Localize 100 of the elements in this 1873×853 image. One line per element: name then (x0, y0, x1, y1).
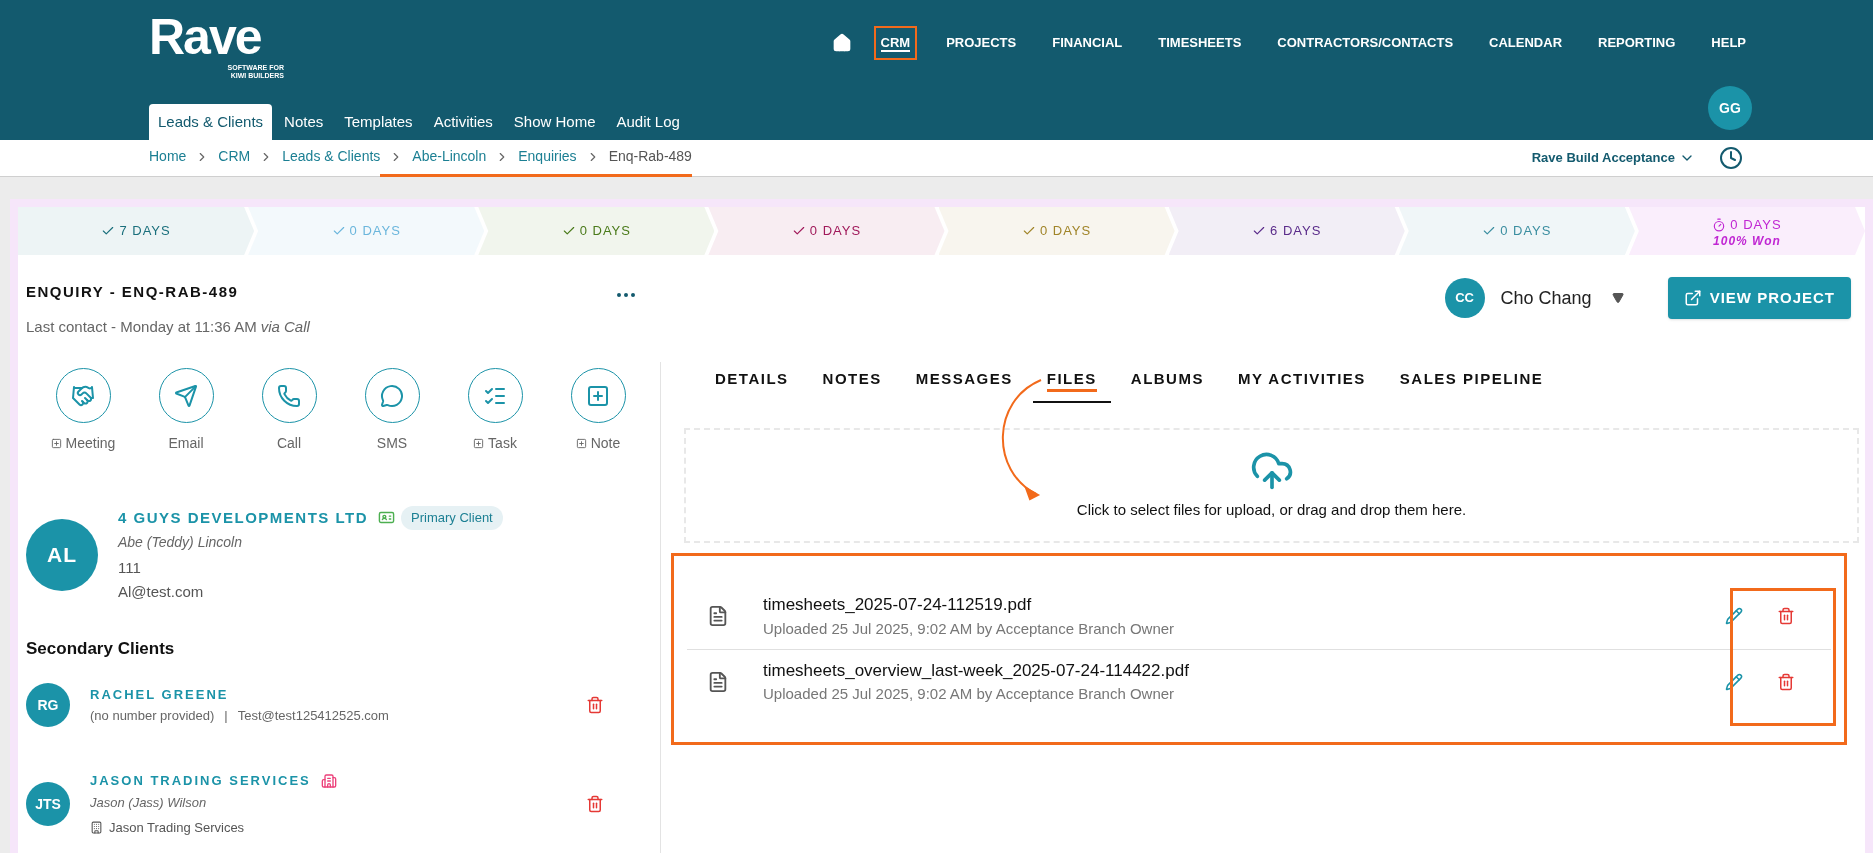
home-icon[interactable] (831, 32, 852, 53)
breadcrumb-link[interactable]: Leads & Clients (282, 146, 381, 167)
nav-link[interactable]: CRM (873, 26, 918, 60)
section-heading: Secondary Clients (26, 637, 176, 660)
content-tab[interactable]: MESSAGES (901, 360, 1027, 403)
delete-icon[interactable] (586, 696, 604, 714)
content-tab[interactable]: SALES PIPELINE (1385, 360, 1558, 403)
breadcrumb-link[interactable]: Abe-Lincoln (412, 146, 487, 167)
client-phone: 111 (118, 557, 142, 578)
stage-status: 100% Won (1713, 234, 1781, 247)
pipeline-stage[interactable]: 7 DAYS (18, 207, 255, 255)
upload-instructions: Click to select files for upload, or drag and drop them here. (1076, 499, 1467, 520)
sub-nav-tab[interactable]: Notes (275, 103, 333, 140)
chat-bubble-icon (380, 383, 404, 408)
breadcrumb-link[interactable]: Enquiries (518, 146, 577, 167)
primary-client-badge: Primary Client (401, 506, 503, 530)
quick-action-label: Note (590, 434, 621, 453)
delete-icon[interactable] (586, 795, 604, 814)
building-icon (90, 821, 103, 835)
edit-icon[interactable] (1725, 672, 1743, 691)
check-icon (561, 224, 576, 238)
file-name[interactable]: timesheets_overview_last-week_2025-07-24-114422.pdf (763, 657, 1725, 683)
pipeline-stage[interactable]: 0 DAYS (708, 207, 945, 255)
add-icon (575, 438, 587, 449)
sub-nav-tab[interactable]: Audit Log (607, 103, 689, 140)
pipeline-stage[interactable]: 6 DAYS (1168, 207, 1405, 255)
check-icon (1482, 224, 1497, 238)
note-add-icon (586, 383, 610, 408)
pipeline-stage[interactable]: 0 DAYS (1398, 207, 1635, 255)
delete-icon[interactable] (1777, 672, 1795, 691)
breadcrumb-link[interactable]: Home (149, 146, 187, 167)
client-contact-name: Abe (Teddy) Lincoln (118, 532, 243, 552)
nav-link[interactable]: TIMESHEETS (1151, 26, 1249, 60)
view-project-button[interactable]: VIEW PROJECT (1667, 277, 1851, 319)
edit-icon[interactable] (1725, 607, 1743, 625)
check-icon (331, 224, 346, 238)
last-contact-text: Last contact - Monday at 11:36 AM (26, 316, 257, 337)
sub-nav-tab[interactable]: Show Home (504, 103, 605, 140)
check-icon (1021, 224, 1036, 238)
workspace-selector[interactable]: Rave Build Acceptance (1531, 148, 1695, 168)
client-name[interactable]: RACHEL GREENE (90, 684, 229, 704)
client-organisation: Jason Trading Services (109, 819, 245, 837)
contact-method: via Call (260, 316, 310, 337)
stage-duration: 0 DAYS (349, 222, 401, 241)
quick-action-label: Call (276, 434, 302, 453)
nav-link[interactable]: REPORTING (1591, 26, 1683, 60)
client-avatar: RG (26, 683, 70, 727)
client-phone: (no number provided) (90, 707, 215, 725)
client-company-name[interactable]: 4 GUYS DEVELOPMENTS LTD (118, 506, 369, 529)
stage-duration: 0 DAYS (1730, 216, 1782, 235)
client-email: Test@test125412525.com (237, 707, 389, 725)
stage-duration: 0 DAYS (809, 222, 862, 241)
sub-nav-tab[interactable]: Templates (335, 103, 422, 140)
client-avatar: JTS (26, 782, 70, 827)
file-upload-dropzone[interactable]: Click to select files for upload, or drag and drop them here. (684, 427, 1859, 543)
delete-icon[interactable] (1777, 607, 1795, 625)
caret-icon[interactable] (1611, 292, 1624, 304)
breadcrumb-link[interactable]: CRM (218, 146, 251, 167)
pipeline-stage[interactable]: 0 DAYS 100% Won (1628, 207, 1865, 255)
file-upload-info: Uploaded 25 Jul 2025, 9:02 AM by Acceptance Branch Owner (763, 618, 1176, 639)
quick-action-label: Task (488, 434, 517, 453)
enquiry-title: ENQUIRY - ENQ-RAB-489 (26, 282, 240, 302)
timer-icon (1712, 218, 1727, 232)
check-icon (101, 224, 116, 238)
external-link-icon (1683, 289, 1702, 307)
assignee-name[interactable]: Cho Chang (1500, 284, 1592, 312)
nav-link[interactable]: CONTRACTORS/CONTACTS (1270, 26, 1461, 60)
add-icon (473, 438, 485, 449)
content-tab[interactable]: DETAILS (701, 360, 803, 403)
client-email: Al@test.com (118, 582, 205, 602)
quick-action-label: Meeting (65, 434, 116, 453)
stage-duration: 0 DAYS (1039, 222, 1092, 241)
stage-duration: 0 DAYS (1500, 222, 1552, 241)
sub-nav-tab[interactable]: Activities (424, 103, 502, 140)
nav-link[interactable]: PROJECTS (939, 26, 1024, 60)
building-icon (320, 772, 337, 789)
breadcrumb-link[interactable]: Enq-Rab-489 (608, 146, 692, 167)
file-name[interactable]: timesheets_2025-07-24-112519.pdf (763, 592, 1725, 618)
history-icon[interactable] (1719, 146, 1743, 170)
check-icon (1252, 224, 1267, 238)
nav-link[interactable]: CALENDAR (1482, 26, 1570, 60)
content-tab[interactable]: MY ACTIVITIES (1223, 360, 1380, 403)
file-upload-info: Uploaded 25 Jul 2025, 9:02 AM by Acceptance Branch Owner (763, 684, 1176, 704)
stage-duration: 0 DAYS (579, 222, 631, 241)
logo-wordmark: Rave (149, 12, 262, 62)
paper-plane-icon (174, 383, 198, 408)
content-tab[interactable]: NOTES (808, 360, 896, 403)
content-tab[interactable]: ALBUMS (1116, 360, 1218, 403)
phone-icon (277, 383, 301, 408)
client-contact-name: Jason (Jass) Wilson (90, 793, 208, 812)
check-icon (791, 224, 806, 238)
assignee-avatar: CC (1444, 278, 1485, 318)
user-avatar[interactable]: GG (1708, 86, 1752, 130)
client-name[interactable]: JASON TRADING SERVICES (90, 771, 311, 791)
content-tab[interactable]: FILES (1032, 360, 1111, 403)
sub-nav-tab[interactable]: Leads & Clients (149, 103, 273, 140)
pipeline-stage[interactable]: 0 DAYS (478, 207, 715, 255)
client-avatar: AL (26, 518, 98, 591)
nav-link[interactable]: FINANCIAL (1045, 26, 1130, 60)
nav-link[interactable]: HELP (1704, 26, 1753, 60)
